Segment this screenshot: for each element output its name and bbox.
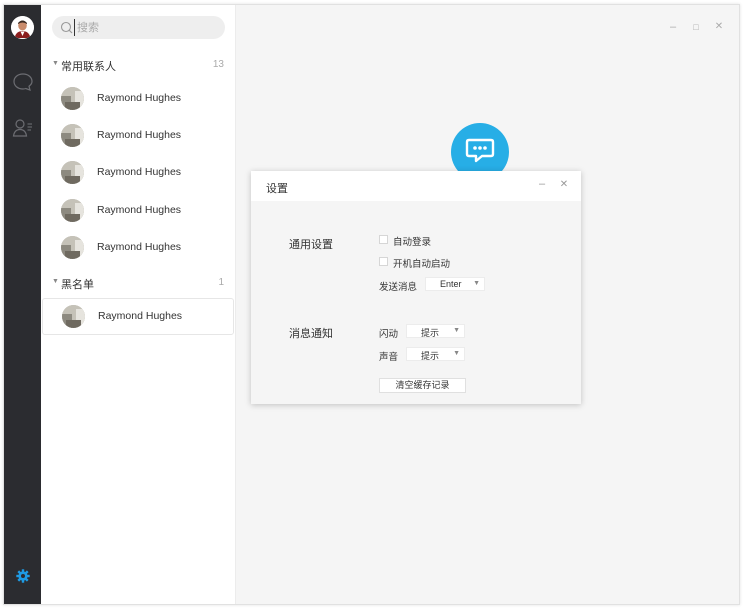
clear-cache-button[interactable]: 清空缓存记录 xyxy=(379,378,466,393)
contact-item[interactable]: Raymond Hughes xyxy=(41,117,236,154)
contact-name: Raymond Hughes xyxy=(97,241,182,253)
sound-select[interactable]: 提示 ▼ xyxy=(406,347,465,361)
window-maximize-button[interactable]: □ xyxy=(689,22,703,32)
window-close-button[interactable]: ✕ xyxy=(712,21,726,32)
contact-name: Raymond Hughes xyxy=(98,310,183,322)
search-icon xyxy=(60,21,73,34)
contact-avatar xyxy=(62,305,85,328)
notification-label: 消息通知 xyxy=(289,328,333,340)
caret-down-icon: ▼ xyxy=(52,60,59,67)
contact-item-selected[interactable]: Raymond Hughes xyxy=(42,298,234,335)
contact-panel: ▼ 常用联系人 13 Raymond Hughes Raymond Hughes… xyxy=(41,5,236,604)
dialog-minimize-button[interactable]: – xyxy=(536,178,548,190)
contact-item[interactable]: Raymond Hughes xyxy=(41,192,236,229)
sound-value: 提示 xyxy=(421,351,440,361)
contact-avatar xyxy=(61,87,84,110)
group-header-favorites[interactable]: ▼ 常用联系人 13 xyxy=(41,55,236,75)
contact-item[interactable]: Raymond Hughes xyxy=(41,80,236,117)
search-box xyxy=(52,16,225,39)
dialog-header: 设置 – ✕ xyxy=(251,171,581,201)
contact-item[interactable]: Raymond Hughes xyxy=(41,154,236,191)
contacts-icon[interactable] xyxy=(12,117,34,139)
dropdown-arrow-icon: ▼ xyxy=(453,327,460,334)
contact-name: Raymond Hughes xyxy=(97,129,182,141)
contact-item[interactable]: Raymond Hughes xyxy=(41,229,236,266)
caret-down-icon: ▼ xyxy=(52,278,59,285)
user-avatar[interactable] xyxy=(11,16,34,39)
general-settings-label: 通用设置 xyxy=(289,239,333,251)
auto-start-checkbox[interactable] xyxy=(379,257,388,266)
flash-select[interactable]: 提示 ▼ xyxy=(406,324,465,338)
contact-avatar xyxy=(61,161,84,184)
window-minimize-button[interactable]: – xyxy=(666,21,680,33)
send-message-label: 发送消息 xyxy=(379,282,418,293)
send-key-value: Enter xyxy=(440,279,462,289)
contact-avatar xyxy=(61,236,84,259)
gear-icon[interactable] xyxy=(12,565,34,587)
nav-rail xyxy=(4,5,41,604)
contact-name: Raymond Hughes xyxy=(97,92,182,104)
group-header-blacklist[interactable]: ▼ 黑名单 1 xyxy=(41,273,236,293)
contact-name: Raymond Hughes xyxy=(97,166,182,178)
group-title: 常用联系人 xyxy=(61,61,116,73)
dialog-title: 设置 xyxy=(266,183,288,195)
dropdown-arrow-icon: ▼ xyxy=(473,280,480,287)
send-key-select[interactable]: Enter ▼ xyxy=(425,277,485,291)
search-input[interactable] xyxy=(74,19,214,36)
settings-dialog: 设置 – ✕ 通用设置 自动登录 开机自动启动 发送消息 Enter ▼ 消息通… xyxy=(251,171,581,404)
flash-label: 闪动 xyxy=(379,329,399,340)
contact-name: Raymond Hughes xyxy=(97,204,182,216)
dropdown-arrow-icon: ▼ xyxy=(453,350,460,357)
contact-avatar xyxy=(61,124,84,147)
auto-login-label: 自动登录 xyxy=(393,237,432,248)
auto-start-label: 开机自动启动 xyxy=(393,259,451,270)
dialog-close-button[interactable]: ✕ xyxy=(558,179,570,190)
flash-value: 提示 xyxy=(421,328,440,338)
app-window: ▼ 常用联系人 13 Raymond Hughes Raymond Hughes… xyxy=(3,4,740,605)
group-count: 13 xyxy=(212,59,224,70)
group-count: 1 xyxy=(218,277,224,288)
sound-label: 声音 xyxy=(379,352,399,363)
auto-login-checkbox[interactable] xyxy=(379,235,388,244)
contact-avatar xyxy=(61,199,84,222)
chat-bubble-icon[interactable] xyxy=(12,71,34,93)
group-title: 黑名单 xyxy=(61,279,94,291)
